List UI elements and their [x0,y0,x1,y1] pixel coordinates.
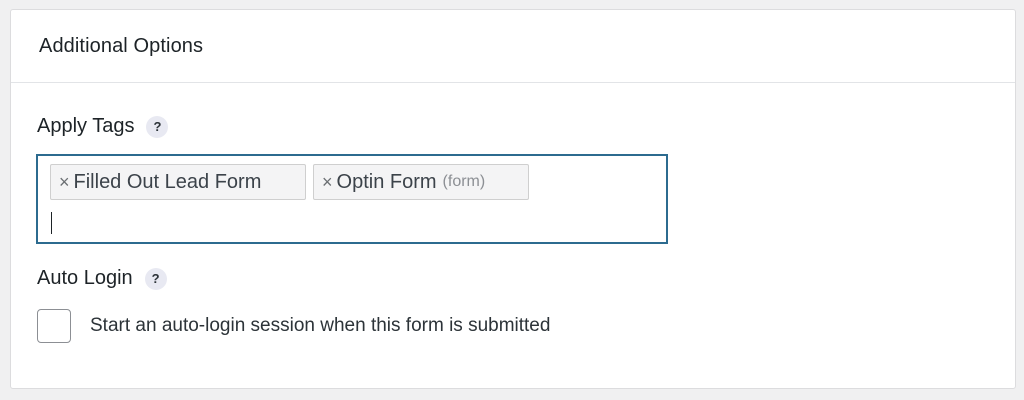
apply-tags-input[interactable]: × Filled Out Lead Form × Optin Form (for… [36,154,668,244]
help-icon[interactable]: ? [144,267,167,290]
apply-tags-label: Apply Tags [37,115,135,137]
panel-title: Additional Options [39,34,204,57]
tag-chip-optin-form: × Optin Form (form) [313,164,529,200]
additional-options-panel: Additional Options Apply Tags ? × Filled… [10,9,1016,389]
text-caret [51,212,52,234]
remove-tag-icon[interactable]: × [59,172,70,193]
auto-login-checkbox-label[interactable]: Start an auto-login session when this fo… [90,315,550,337]
tag-label: Optin Form [336,170,437,193]
apply-tags-label-row: Apply Tags ? [37,115,169,138]
auto-login-label-row: Auto Login ? [37,267,167,290]
tag-chip-filled-out-lead-form: × Filled Out Lead Form [50,164,306,200]
tag-type-label: (form) [442,173,486,190]
tag-label: Filled Out Lead Form [73,170,262,193]
panel-header: Additional Options [11,10,1015,83]
auto-login-label: Auto Login [37,267,133,289]
help-icon[interactable]: ? [146,115,169,138]
remove-tag-icon[interactable]: × [322,172,333,193]
auto-login-checkbox[interactable] [37,309,71,343]
